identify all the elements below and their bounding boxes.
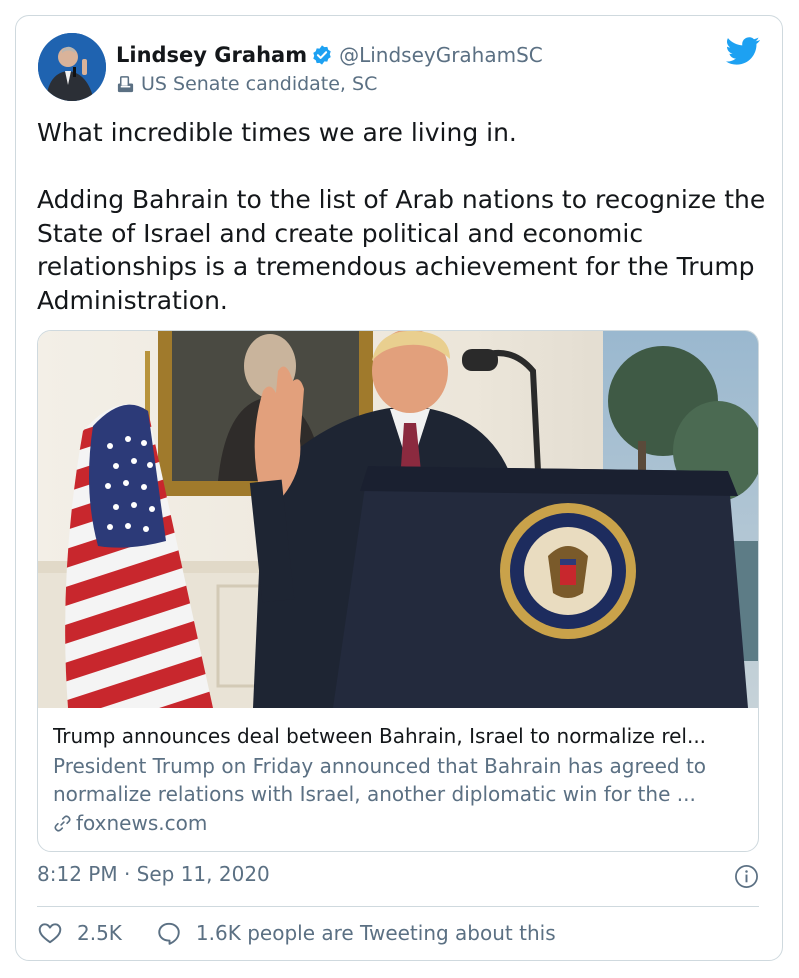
heart-icon	[38, 923, 62, 944]
tweet-card[interactable]: Lindsey Graham @LindseyGrahamSC US Senat…	[15, 15, 783, 961]
like-button[interactable]: 2.5K	[37, 920, 122, 946]
link-preview-image[interactable]	[38, 331, 759, 708]
info-icon[interactable]	[734, 864, 759, 889]
twitter-bird-icon[interactable]	[726, 36, 760, 66]
like-count: 2.5K	[77, 921, 122, 945]
author-handle[interactable]: @LindseyGrahamSC	[339, 43, 543, 67]
tweet-timestamp[interactable]: 8:12 PM · Sep 11, 2020	[37, 862, 270, 886]
account-label: US Senate candidate, SC	[116, 71, 377, 97]
link-preview-domain[interactable]: foxnews.com	[53, 809, 748, 837]
divider	[37, 906, 759, 907]
verified-badge-icon	[313, 45, 331, 65]
tweet-text: What incredible times we are living in. …	[37, 118, 766, 315]
link-preview-card[interactable]: Trump announces deal between Bahrain, Is…	[37, 330, 759, 852]
link-preview-description: President Trump on Friday announced that…	[53, 754, 707, 806]
ballot-box-icon	[117, 75, 134, 92]
speech-bubble-icon	[158, 922, 180, 945]
link-domain-text: foxnews.com	[76, 811, 208, 835]
account-label-text: US Senate candidate, SC	[141, 73, 378, 95]
action-bar: 2.5K 1.6K people are Tweeting about this	[37, 917, 556, 949]
author-name[interactable]: Lindsey Graham	[116, 43, 307, 67]
conversation-button[interactable]: 1.6K people are Tweeting about this	[156, 920, 556, 946]
avatar[interactable]	[38, 33, 106, 101]
link-preview-text: Trump announces deal between Bahrain, Is…	[53, 722, 748, 837]
link-icon	[54, 814, 71, 832]
link-preview-title[interactable]: Trump announces deal between Bahrain, Is…	[53, 722, 748, 750]
author-line: Lindsey Graham @LindseyGrahamSC	[116, 40, 543, 70]
tweeting-count: 1.6K people are Tweeting about this	[195, 921, 556, 945]
